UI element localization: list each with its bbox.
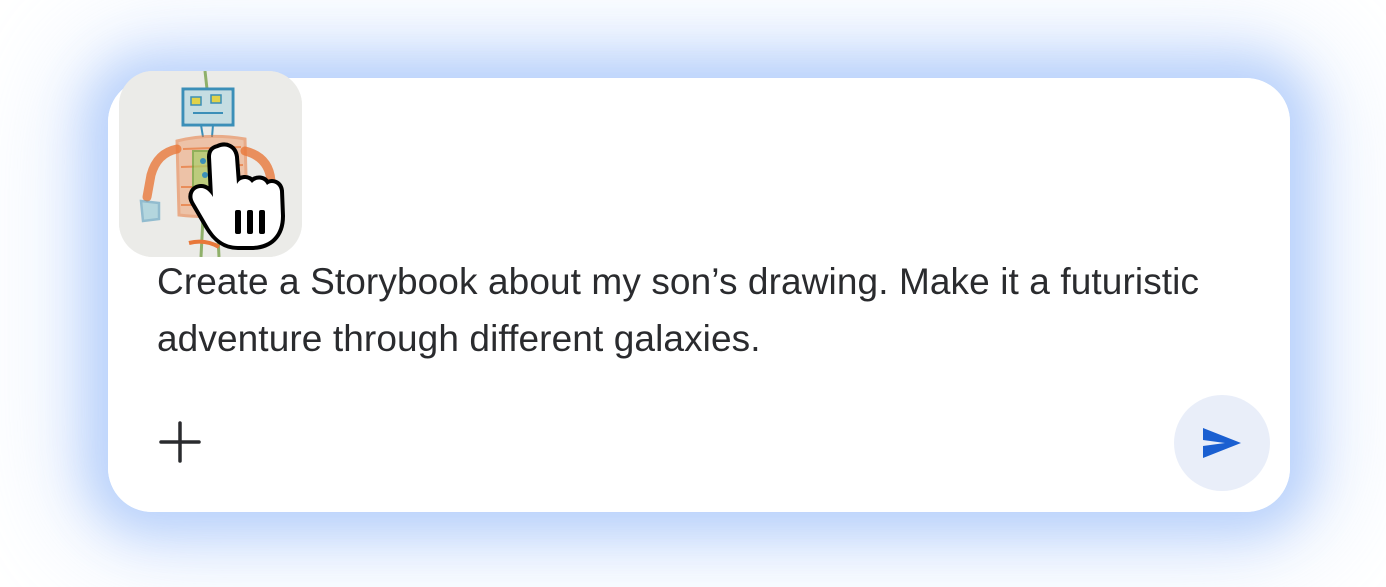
add-attachment-button[interactable] [152,414,208,470]
hand-pointer-cursor-icon [188,142,285,250]
send-arrow-icon [1203,428,1241,458]
prompt-input-text[interactable]: Create a Storybook about my son’s drawin… [157,253,1267,367]
send-button[interactable] [1174,395,1270,491]
plus-icon [159,421,201,463]
stage: Create a Storybook about my son’s drawin… [0,0,1386,587]
